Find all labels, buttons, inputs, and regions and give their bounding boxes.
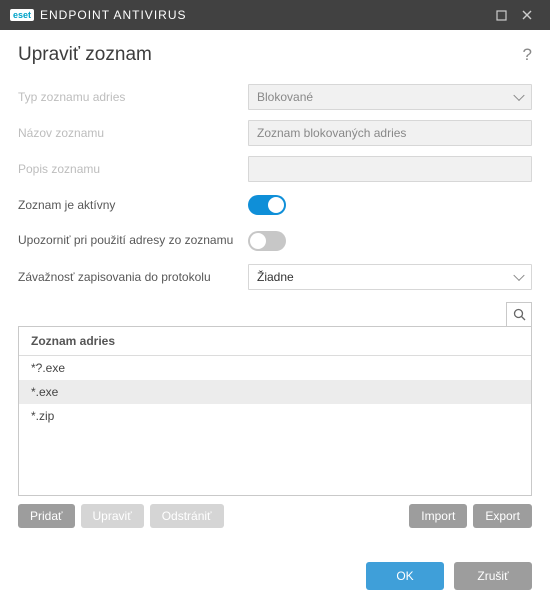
active-label: Zoznam je aktívny <box>18 198 248 212</box>
close-button[interactable] <box>514 2 540 28</box>
ok-button[interactable]: OK <box>366 562 444 590</box>
list-item[interactable]: *?.exe <box>19 356 531 380</box>
edit-button[interactable]: Upraviť <box>81 504 144 528</box>
list-item[interactable]: *.zip <box>19 404 531 428</box>
page-title: Upraviť zoznam <box>18 44 152 66</box>
export-button[interactable]: Export <box>473 504 532 528</box>
titlebar: eset ENDPOINT ANTIVIRUS <box>0 0 550 30</box>
content: Upraviť zoznam ? Typ zoznamu adries Blok… <box>0 30 550 604</box>
notify-toggle[interactable] <box>248 231 286 251</box>
desc-input[interactable] <box>248 156 532 182</box>
help-icon[interactable]: ? <box>523 45 532 65</box>
search-icon <box>513 308 526 321</box>
cancel-button[interactable]: Zrušiť <box>454 562 532 590</box>
add-button[interactable]: Pridať <box>18 504 75 528</box>
type-select[interactable]: Blokované <box>248 84 532 110</box>
app-title: ENDPOINT ANTIVIRUS <box>40 8 488 22</box>
brand-logo: eset <box>10 9 34 21</box>
list-header: Zoznam adries <box>19 327 531 356</box>
maximize-button[interactable] <box>488 2 514 28</box>
desc-label: Popis zoznamu <box>18 162 248 176</box>
severity-select[interactable]: Žiadne <box>248 264 532 290</box>
type-label: Typ zoznamu adries <box>18 90 248 104</box>
name-label: Názov zoznamu <box>18 126 248 140</box>
type-value: Blokované <box>257 90 313 104</box>
active-toggle[interactable] <box>248 195 286 215</box>
search-button[interactable] <box>506 302 532 326</box>
severity-value: Žiadne <box>257 270 294 284</box>
name-input[interactable] <box>248 120 532 146</box>
notify-label: Upozorniť pri použití adresy zo zoznamu <box>18 233 248 249</box>
list-item[interactable]: *.exe <box>19 380 531 404</box>
address-list[interactable]: Zoznam adries *?.exe*.exe*.zip <box>18 326 532 496</box>
severity-label: Závažnosť zapisovania do protokolu <box>18 270 248 284</box>
import-button[interactable]: Import <box>409 504 467 528</box>
delete-button[interactable]: Odstrániť <box>150 504 224 528</box>
